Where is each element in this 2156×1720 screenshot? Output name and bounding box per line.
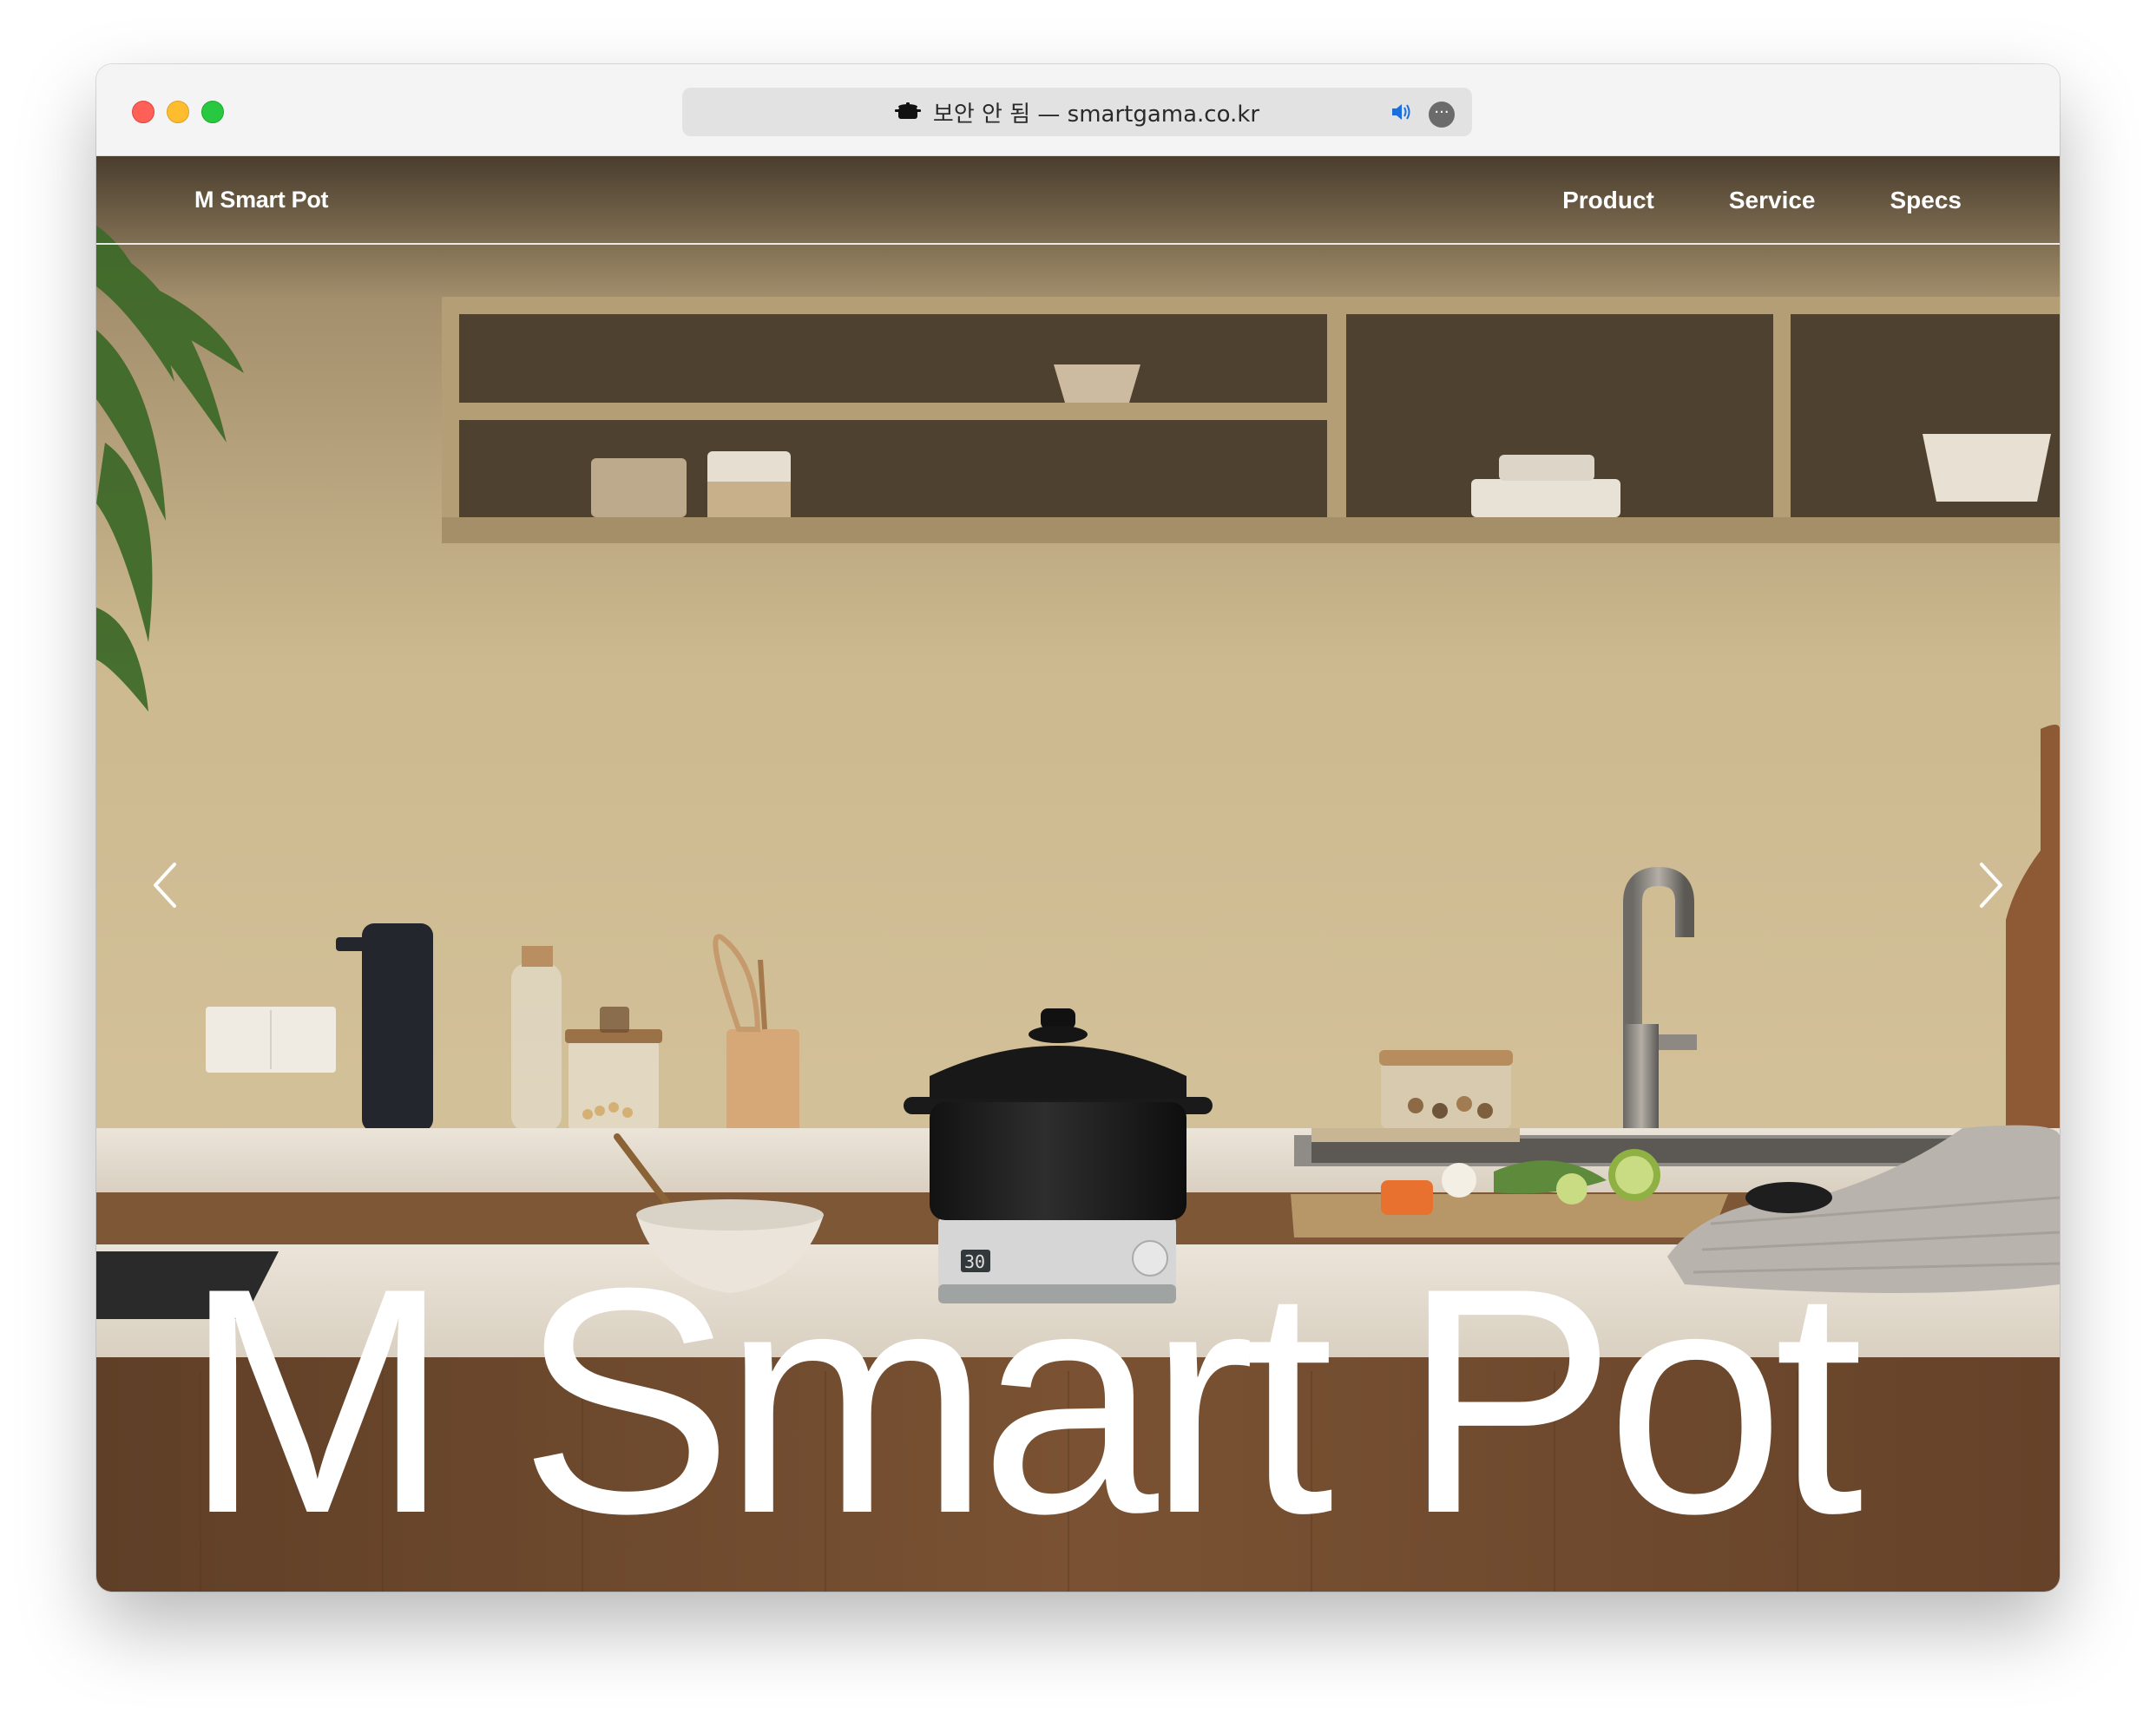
chevron-left-icon xyxy=(154,863,176,908)
maximize-window-button[interactable] xyxy=(201,101,224,123)
nav-item-service[interactable]: Service xyxy=(1729,187,1816,214)
carousel-prev-button[interactable] xyxy=(140,850,192,920)
more-icon[interactable]: ··· xyxy=(1429,101,1455,128)
nav-item-specs[interactable]: Specs xyxy=(1890,187,1962,214)
hero-title: M Smart Pot xyxy=(183,1222,1863,1580)
carousel-next-button[interactable] xyxy=(1964,850,2016,920)
minimize-window-button[interactable] xyxy=(167,101,189,123)
close-window-button[interactable] xyxy=(132,101,154,123)
main-nav: Product Service Specs xyxy=(1562,187,1962,214)
pot-icon xyxy=(894,101,921,123)
page-viewport: 30 M Smart Pot Product Service Specs M S… xyxy=(96,156,2060,1592)
address-bar[interactable]: 보안 안 됨 — smartgama.co.kr ··· xyxy=(682,88,1472,136)
speaker-icon[interactable] xyxy=(1389,99,1415,129)
site-logo[interactable]: M Smart Pot xyxy=(194,187,329,213)
browser-window: 보안 안 됨 — smartgama.co.kr ··· 30 M Smart … xyxy=(96,64,2060,1592)
nav-item-product[interactable]: Product xyxy=(1562,187,1654,214)
chevron-right-icon xyxy=(1980,863,2002,908)
browser-titlebar: 보안 안 됨 — smartgama.co.kr ··· xyxy=(96,64,2060,156)
site-header: M Smart Pot Product Service Specs xyxy=(96,156,2060,245)
url-text: 보안 안 됨 — smartgama.co.kr xyxy=(932,101,1260,128)
